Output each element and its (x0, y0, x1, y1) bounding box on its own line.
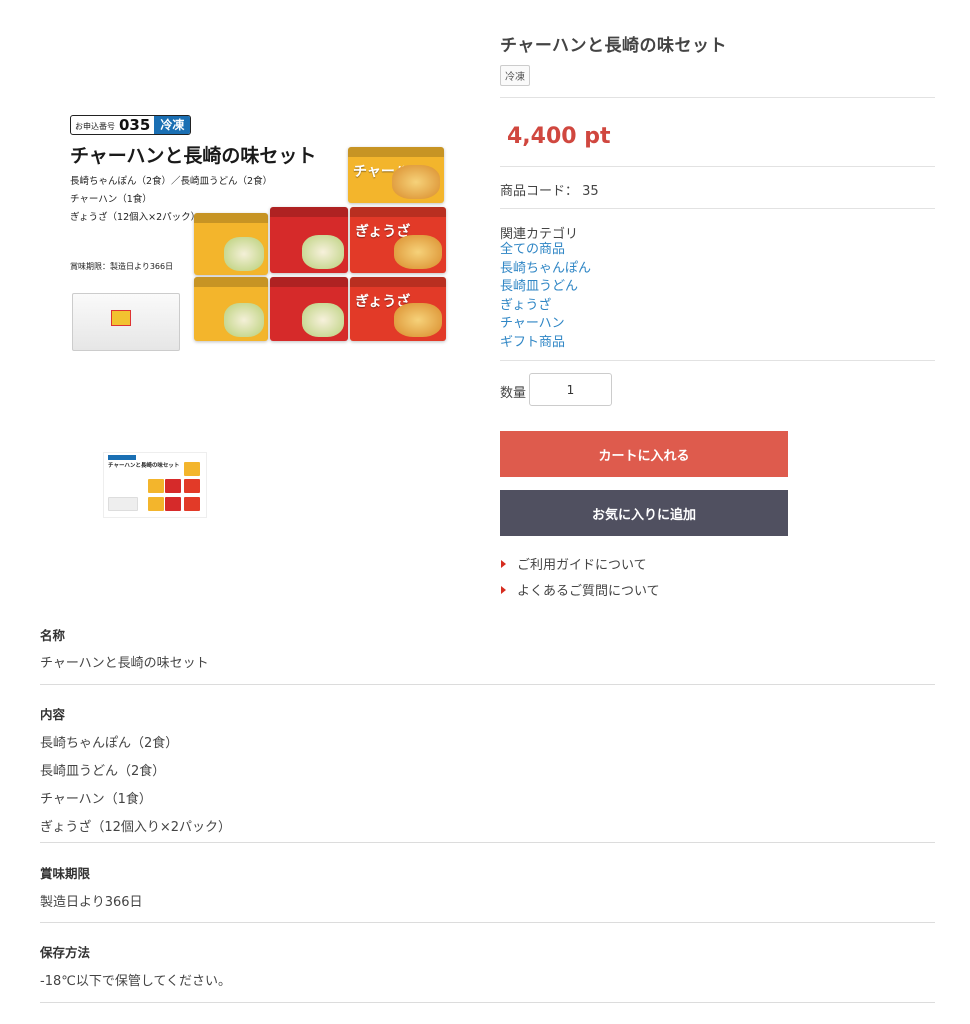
pack-gyoza: ぎょうざ (350, 207, 446, 273)
divider (500, 166, 935, 167)
pack-chahan: チャーハン (348, 147, 444, 203)
category-link-champon[interactable]: 長崎ちゃんぽん (500, 260, 591, 279)
detail-text: 長崎皿うどん（2食） (40, 764, 166, 779)
detail-contents-section: 内容 長崎ちゃんぽん（2食） 長崎皿うどん（2食） チャーハン（1食） ぎょうざ… (40, 704, 935, 835)
category-link-all[interactable]: 全ての商品 (500, 241, 591, 260)
order-number-label: お申込番号 (75, 122, 115, 131)
detail-storage-section: 保存方法 -18℃以下で保管してください。 (40, 942, 935, 989)
detail-heading: 保存方法 (40, 945, 91, 960)
category-link-gift[interactable]: ギフト商品 (500, 334, 591, 353)
quantity-label: 数量 (500, 386, 527, 401)
thumbnail-badge (108, 455, 136, 460)
divider (40, 684, 935, 685)
detail-text: ぎょうざ（12個入り×2パック） (40, 820, 232, 835)
detail-text: 製造日より366日 (40, 895, 143, 910)
related-categories-heading: 関連カテゴリ (500, 227, 579, 242)
caret-right-icon (501, 585, 506, 594)
divider (500, 360, 935, 361)
divider (40, 842, 935, 843)
detail-text: 長崎ちゃんぽん（2食） (40, 736, 179, 751)
frozen-badge: 冷凍 (154, 116, 191, 134)
pack-sara-udon (270, 207, 348, 273)
divider (40, 1002, 935, 1003)
detail-text: チャーハンと長崎の味セット (40, 656, 209, 671)
product-code-value: 35 (582, 184, 599, 199)
pack-gyoza: ぎょうざ (350, 277, 446, 341)
related-categories-list: 全ての商品 長崎ちゃんぽん 長崎皿うどん ぎょうざ チャーハン ギフト商品 (500, 241, 591, 352)
poster-line: チャーハン（1食） (70, 194, 152, 205)
detail-text: -18℃以下で保管してください。 (40, 974, 232, 989)
detail-heading: 賞味期限 (40, 866, 91, 881)
caret-right-icon (501, 559, 506, 568)
frozen-tag: 冷凍 (500, 65, 530, 86)
category-link-chahan[interactable]: チャーハン (500, 315, 591, 334)
order-number-badge: お申込番号 035 冷凍 (70, 115, 192, 135)
guide-link[interactable]: ご利用ガイドについて (500, 554, 647, 573)
detail-text: チャーハン（1食） (40, 792, 152, 807)
product-code: 商品コード： 35 (500, 180, 599, 199)
poster-line: ぎょうざ（12個入×2パック） (70, 212, 201, 223)
detail-best-before-section: 賞味期限 製造日より366日 (40, 863, 935, 910)
divider (500, 97, 935, 98)
product-main-image: お申込番号 035 冷凍 チャーハンと長崎の味セット 長崎ちゃんぽん（2食）／長… (40, 90, 470, 365)
thumbnail-title: チャーハンと長崎の味セット (108, 463, 180, 469)
add-to-cart-button[interactable]: カートに入れる (500, 431, 788, 477)
product-code-label: 商品コード： (500, 184, 579, 199)
faq-link-label: よくあるご質問について (517, 584, 660, 599)
pack-champon (194, 277, 268, 341)
pack-champon (194, 213, 268, 275)
category-link-sara-udon[interactable]: 長崎皿うどん (500, 278, 591, 297)
guide-link-label: ご利用ガイドについて (517, 558, 647, 573)
poster-title: チャーハンと長崎の味セット (70, 145, 317, 167)
product-poster: お申込番号 035 冷凍 チャーハンと長崎の味セット 長崎ちゃんぽん（2食）／長… (70, 115, 465, 360)
divider (40, 922, 935, 923)
pack-sara-udon (270, 277, 348, 341)
gift-box-image (72, 293, 180, 351)
poster-line: 長崎ちゃんぽん（2食）／長崎皿うどん（2食） (70, 176, 273, 187)
category-link-gyoza[interactable]: ぎょうざ (500, 297, 591, 316)
order-number: 035 (119, 116, 151, 134)
product-title: チャーハンと長崎の味セット (500, 36, 727, 56)
add-to-favorites-button[interactable]: お気に入りに追加 (500, 490, 788, 536)
poster-best-before: 賞味期限：製造日より366日 (70, 262, 174, 271)
detail-name-section: 名称 チャーハンと長崎の味セット (40, 625, 935, 671)
product-thumbnail[interactable]: チャーハンと長崎の味セット (103, 452, 207, 518)
detail-heading: 名称 (40, 628, 66, 643)
quantity-input[interactable] (529, 373, 612, 406)
detail-heading: 内容 (40, 707, 66, 722)
faq-link[interactable]: よくあるご質問について (500, 580, 660, 599)
divider (500, 208, 935, 209)
product-price: 4,400 pt (507, 124, 611, 149)
